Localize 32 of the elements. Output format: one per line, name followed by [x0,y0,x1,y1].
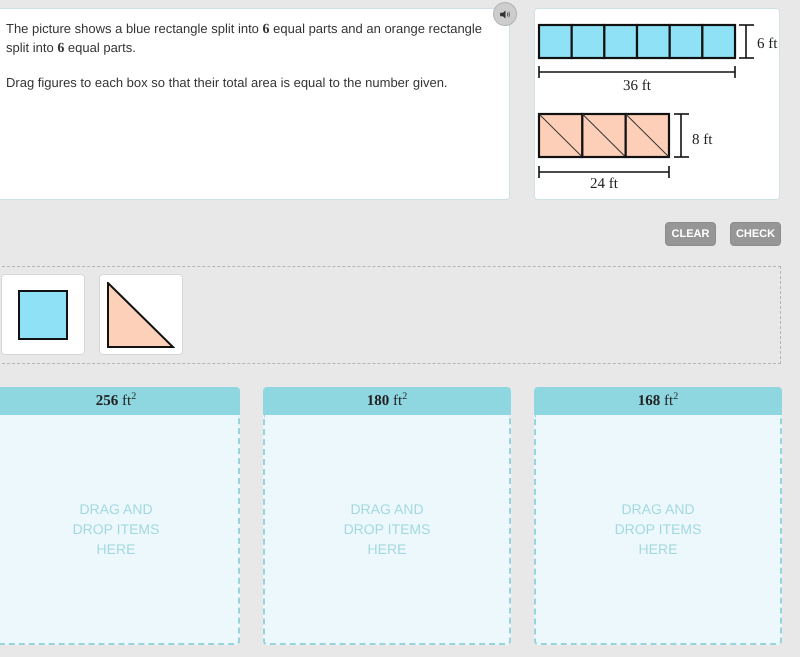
square-part [701,24,736,60]
drop-zone[interactable]: DRAG AND DROP ITEMS HERE [0,415,240,645]
drop-hint: DRAG AND DROP ITEMS HERE [342,500,432,559]
square-part [668,24,704,60]
triangle-icon [107,282,175,348]
dimension-bracket [674,113,689,158]
split-square [538,112,584,158]
drop-zone[interactable]: DRAG AND DROP ITEMS HERE [534,415,782,645]
dimension-label: 36 ft [623,78,651,94]
dimension-label: 6 ft [757,36,778,52]
drop-zone[interactable]: DRAG AND DROP ITEMS HERE [263,415,511,645]
square-part [570,24,606,60]
square-icon [18,290,68,340]
dimension-label: 24 ft [590,176,618,192]
instruction-text: Drag figures to each box so that their total area is equal to the number given. [6,74,449,92]
speaker-icon [500,10,510,18]
dimension-label: 8 ft [692,132,712,148]
instruction-text: The picture shows a blue rectangle split into 6 equal parts and an orange rectangle split into 6 equal parts. [6,20,484,58]
square-part [603,24,638,60]
shape-tile[interactable] [99,274,183,355]
square-part [636,24,671,60]
drop-hint: DRAG AND DROP ITEMS HERE [72,500,160,559]
area-heading: 168 ft$^{2}$ [534,387,782,415]
shape-tile[interactable] [1,274,85,355]
dimension-bracket [739,24,754,59]
drop-hint: DRAG AND DROP ITEMS HERE [614,500,702,559]
split-square [581,112,627,158]
audio-button[interactable] [493,2,517,26]
split-square [624,112,670,158]
square-part [538,24,573,60]
area-heading: 180 ft$^{2}$ [263,387,511,415]
area-heading: 256 ft$^{2}$ [0,387,240,415]
